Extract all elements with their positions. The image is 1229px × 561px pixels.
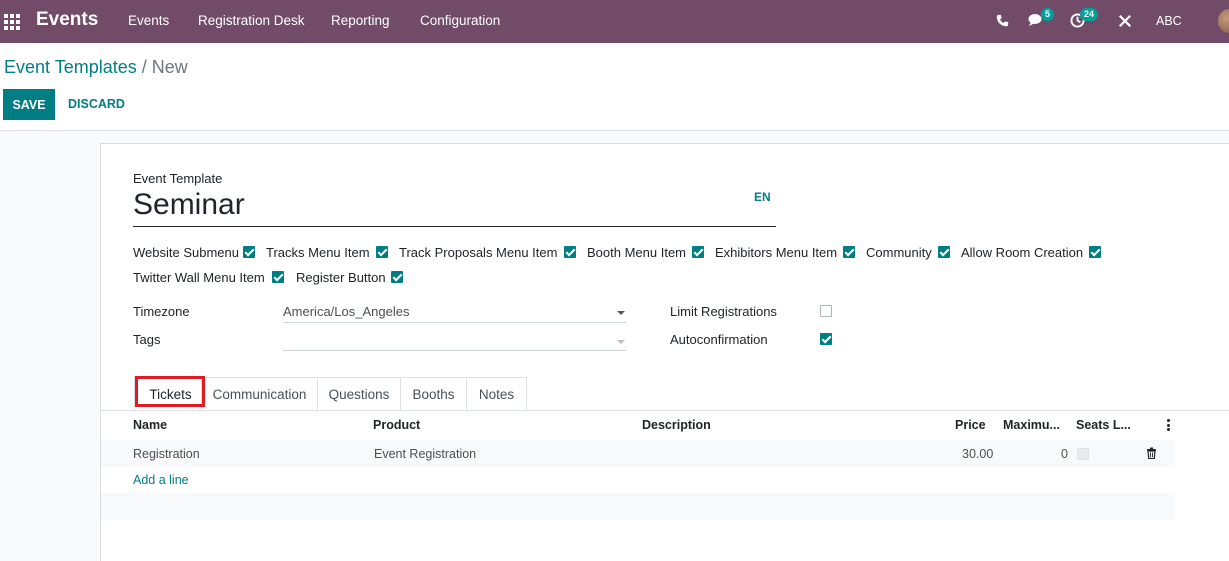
allow-room-creation-checkbox[interactable]: [1089, 246, 1101, 258]
row-name-cell[interactable]: Registration: [133, 447, 200, 461]
tab-booths[interactable]: Booths: [400, 377, 467, 411]
tab-communication[interactable]: Communication: [201, 377, 318, 411]
event-template-name-input[interactable]: Seminar: [133, 188, 776, 227]
exhibitors-menu-item-label: Exhibitors Menu Item: [715, 245, 838, 260]
autoconfirmation-checkbox[interactable]: [820, 333, 832, 345]
tags-input[interactable]: [283, 329, 626, 351]
column-product[interactable]: Product: [373, 418, 420, 432]
tracks-menu-item-label: Tracks Menu Item: [266, 245, 370, 260]
app-brand[interactable]: Events: [36, 9, 98, 31]
column-name[interactable]: Name: [133, 418, 167, 432]
row-seats-limited-checkbox[interactable]: [1077, 448, 1089, 460]
menu-events[interactable]: Events: [128, 13, 169, 28]
discard-button[interactable]: DISCARD: [68, 97, 125, 111]
exhibitors-menu-item-checkbox[interactable]: [843, 246, 855, 258]
website-submenu-label: Website Submenu: [133, 245, 239, 260]
tracks-menu-item-checkbox[interactable]: [376, 246, 388, 258]
trash-icon[interactable]: [1146, 447, 1157, 459]
optional-columns-icon[interactable]: [1167, 419, 1170, 431]
limit-registrations-checkbox[interactable]: [820, 305, 832, 317]
active-tab-highlight: [135, 376, 205, 407]
row-price-cell[interactable]: 30.00: [962, 447, 993, 461]
tabs-divider: [101, 410, 1229, 411]
menu-registration-desk[interactable]: Registration Desk: [198, 13, 305, 28]
menu-configuration[interactable]: Configuration: [420, 13, 500, 28]
apps-menu-icon[interactable]: [4, 14, 20, 30]
menu-reporting[interactable]: Reporting: [331, 13, 390, 28]
column-seats-limited[interactable]: Seats L...: [1076, 418, 1131, 432]
breadcrumb: Event Templates / New: [4, 57, 188, 78]
tags-dropdown-icon[interactable]: [617, 340, 625, 344]
title-label: Event Template: [133, 171, 223, 186]
timezone-dropdown-icon[interactable]: [617, 311, 625, 315]
track-proposals-label: Track Proposals Menu Item: [399, 245, 558, 260]
tools-icon[interactable]: [1118, 14, 1132, 28]
empty-table-row: [101, 493, 1175, 520]
register-button-label: Register Button: [296, 270, 386, 285]
column-maximum[interactable]: Maximu...: [1003, 418, 1060, 432]
activity-badge: 24: [1080, 8, 1099, 21]
breadcrumb-parent[interactable]: Event Templates: [4, 57, 137, 77]
add-a-line-link[interactable]: Add a line: [133, 473, 189, 487]
twitter-wall-label: Twitter Wall Menu Item: [133, 270, 265, 285]
tab-notes[interactable]: Notes: [466, 377, 527, 411]
table-row[interactable]: [101, 440, 1175, 467]
website-submenu-checkbox[interactable]: [243, 246, 255, 258]
allow-room-creation-label: Allow Room Creation: [961, 245, 1084, 260]
company-switcher[interactable]: ABC: [1156, 14, 1182, 28]
chat-badge: 5: [1041, 8, 1055, 21]
row-product-cell[interactable]: Event Registration: [374, 447, 476, 461]
column-price[interactable]: Price: [955, 418, 986, 432]
column-description[interactable]: Description: [642, 418, 711, 432]
community-label: Community: [866, 245, 932, 260]
autoconfirmation-label: Autoconfirmation: [670, 332, 768, 347]
top-navbar: Events Events Registration Desk Reportin…: [0, 0, 1229, 43]
booth-menu-item-label: Booth Menu Item: [587, 245, 686, 260]
limit-registrations-label: Limit Registrations: [670, 304, 777, 319]
breadcrumb-current: New: [151, 57, 188, 77]
timezone-select[interactable]: America/Los_Angeles: [283, 301, 626, 323]
register-button-checkbox[interactable]: [391, 271, 403, 283]
timezone-label: Timezone: [133, 304, 190, 319]
language-button[interactable]: EN: [754, 190, 771, 204]
track-proposals-checkbox[interactable]: [564, 246, 576, 258]
row-maximum-cell[interactable]: 0: [1061, 447, 1068, 461]
tags-label: Tags: [133, 332, 161, 347]
community-checkbox[interactable]: [938, 246, 950, 258]
user-avatar[interactable]: [1218, 9, 1229, 33]
tab-questions[interactable]: Questions: [317, 377, 401, 411]
save-button[interactable]: SAVE: [3, 89, 55, 120]
phone-icon[interactable]: [996, 14, 1009, 27]
breadcrumb-separator: /: [141, 57, 147, 77]
booth-menu-item-checkbox[interactable]: [692, 246, 704, 258]
twitter-wall-checkbox[interactable]: [272, 271, 284, 283]
